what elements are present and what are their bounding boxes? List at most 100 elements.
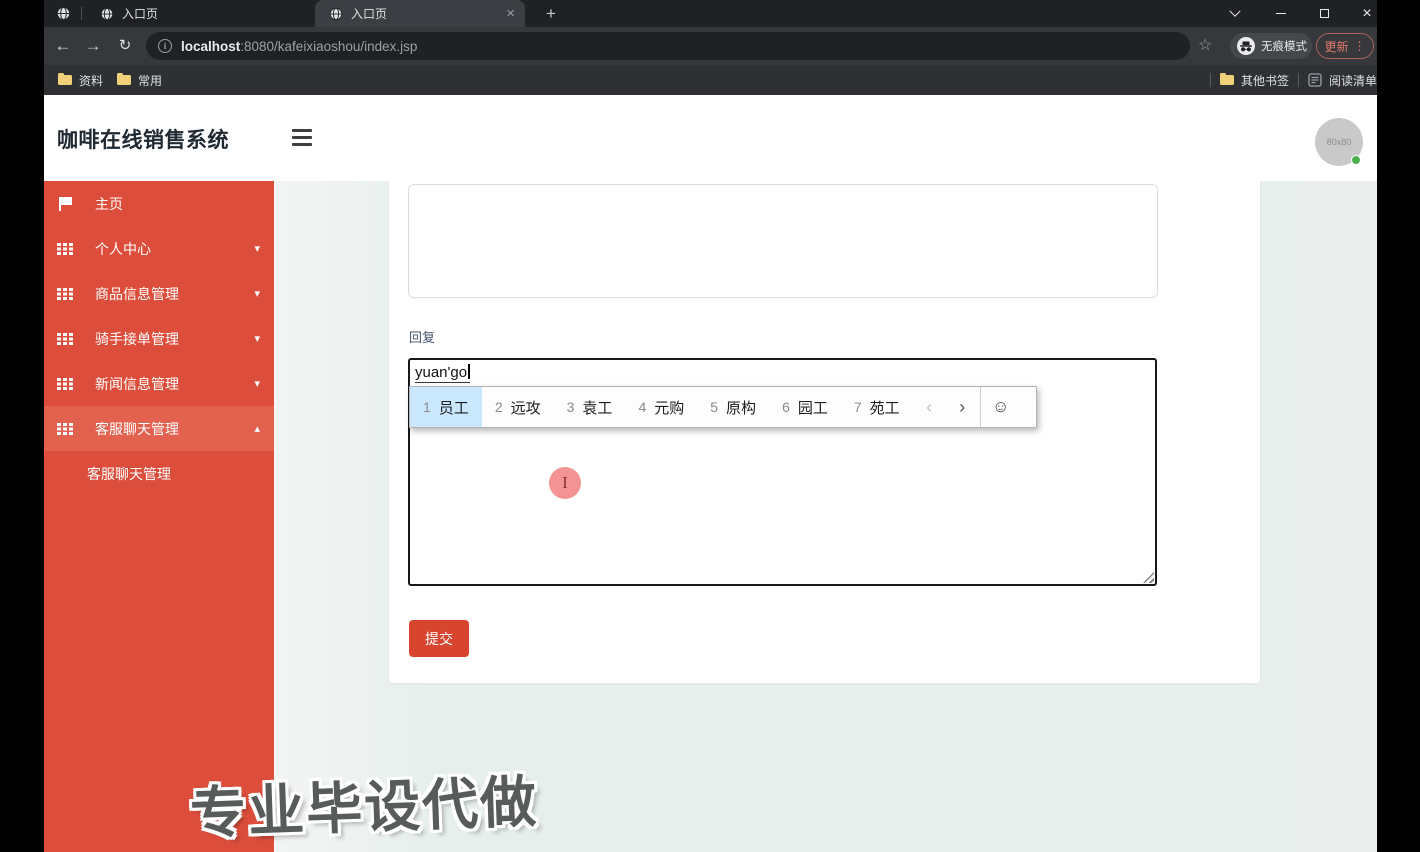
tab-label: 入口页 <box>122 7 159 21</box>
grid-icon <box>57 332 75 346</box>
folder-icon <box>58 72 72 85</box>
ime-candidate-window: 1 员工 2 远攻 3 袁工 4 元购 5 原构 6 园工 7 苑工 ‹ › ☺ <box>409 386 1037 428</box>
ime-next-page-icon[interactable]: › <box>946 387 979 427</box>
ime-candidate-6[interactable]: 6 园工 <box>769 387 841 427</box>
tab-strip: 入口页 × 入口页 × + × <box>44 0 1377 27</box>
globe-icon[interactable] <box>56 6 71 21</box>
incognito-label: 无痕模式 <box>1261 41 1307 53</box>
page-title: 咖啡在线销售系统 <box>57 129 229 152</box>
ime-composition-text: yuan'go <box>415 364 470 383</box>
ime-candidate-5[interactable]: 5 原构 <box>697 387 769 427</box>
ime-candidate-2[interactable]: 2 远攻 <box>482 387 554 427</box>
bookmark-folder-changyong[interactable]: 常用 <box>117 72 162 89</box>
sidebar-item-label: 个人中心 <box>95 240 151 257</box>
divider <box>1297 73 1299 87</box>
reload-button[interactable]: ↻ <box>112 34 138 58</box>
other-bookmarks-label: 其他书签 <box>1240 73 1289 88</box>
bookmark-label: 常用 <box>138 73 163 88</box>
hamburger-menu-icon[interactable] <box>292 129 312 146</box>
flag-icon <box>57 196 75 211</box>
sidebar-item-label: 主页 <box>95 195 123 212</box>
reply-field-label: 回复 <box>409 330 436 345</box>
ime-emoji-icon[interactable]: ☺ <box>979 387 1021 427</box>
bookmarks-right-group: 其他书签 阅读清单 <box>1201 65 1377 95</box>
ime-candidate-3[interactable]: 3 袁工 <box>554 387 626 427</box>
sidebar-item-customer-service-chat[interactable]: 客服聊天管理 ▴ <box>44 406 274 451</box>
sidebar-item-rider-orders[interactable]: 骑手接单管理 ▾ <box>44 316 274 361</box>
url-host: localhost <box>181 38 241 54</box>
chevron-down-icon: ▾ <box>254 378 260 390</box>
chevron-down-icon: ▾ <box>254 333 260 345</box>
ime-candidate-4[interactable]: 4 元购 <box>625 387 697 427</box>
candidate-text: 员工 <box>438 399 469 417</box>
candidate-text: 袁工 <box>582 399 613 417</box>
window-minimize-button[interactable] <box>1266 0 1296 27</box>
candidate-number: 2 <box>494 399 503 415</box>
reply-textarea[interactable]: yuan'go 1 员工 2 远攻 3 袁工 4 元购 5 原构 6 园工 7 … <box>408 358 1157 586</box>
sidebar-item-label: 客服聊天管理 <box>95 420 179 437</box>
candidate-text: 园工 <box>797 399 828 417</box>
tab-entry-page-1[interactable]: 入口页 × <box>86 0 336 27</box>
ime-prev-page-icon[interactable]: ‹ <box>913 387 946 427</box>
browser-update-button[interactable]: 更新 ⋮ <box>1316 33 1374 59</box>
bookmark-label: 资料 <box>79 73 104 88</box>
reply-form-card: 回复 yuan'go 1 员工 2 远攻 3 袁工 4 元购 5 原构 6 园工… <box>389 181 1260 683</box>
tab-close-icon[interactable]: × <box>506 6 515 21</box>
main-content: 回复 yuan'go 1 员工 2 远攻 3 袁工 4 元购 5 原构 6 园工… <box>274 181 1377 852</box>
globe-icon <box>329 7 343 21</box>
sidebar-nav: 主页 个人中心 ▾ 商品信息管理 ▾ 骑手接单管理 ▾ 新闻信息管理 ▾ 客服聊… <box>44 181 274 852</box>
incognito-badge: 无痕模式 <box>1230 33 1312 59</box>
chevron-up-icon: ▴ <box>254 423 260 435</box>
sidebar-item-news-info[interactable]: 新闻信息管理 ▾ <box>44 361 274 406</box>
candidate-number: 4 <box>638 399 647 415</box>
candidate-text: 苑工 <box>869 399 900 417</box>
candidate-text: 原构 <box>726 399 757 417</box>
forward-button[interactable]: → <box>80 34 106 58</box>
bookmark-star-icon[interactable]: ☆ <box>1198 35 1212 55</box>
candidate-number: 7 <box>853 399 862 415</box>
candidate-number: 3 <box>566 399 575 415</box>
site-info-icon[interactable]: i <box>158 39 172 53</box>
new-tab-button[interactable]: + <box>539 3 563 25</box>
sidebar-item-home[interactable]: 主页 <box>44 181 274 226</box>
address-bar[interactable]: i localhost:8080/kafeixiaoshou/index.jsp <box>146 32 1190 60</box>
watermark-text: 专业毕设代做 <box>189 769 540 846</box>
globe-icon <box>100 7 114 21</box>
web-page: 咖啡在线销售系统 80x80 主页 个人中心 ▾ 商品信息管理 ▾ 骑手接单管理… <box>44 95 1377 852</box>
sidebar-item-label: 商品信息管理 <box>95 285 179 302</box>
url-path: :8080/kafeixiaoshou/index.jsp <box>240 38 418 54</box>
app-header: 咖啡在线销售系统 80x80 <box>44 95 1377 181</box>
candidate-number: 6 <box>782 399 790 415</box>
candidate-number: 5 <box>710 399 719 415</box>
bookmark-folder-ziliao[interactable]: 资料 <box>58 72 103 89</box>
sidebar-subitem-customer-service-chat[interactable]: 客服聊天管理 <box>44 451 274 496</box>
chevron-down-icon: ▾ <box>254 288 260 300</box>
other-bookmarks-button[interactable]: 其他书签 <box>1219 72 1289 89</box>
window-close-button[interactable]: × <box>1352 0 1382 27</box>
kebab-menu-icon[interactable]: ⋮ <box>1354 39 1366 53</box>
ime-candidate-1[interactable]: 1 员工 <box>410 387 482 427</box>
window-restore-button[interactable] <box>1309 0 1339 27</box>
reading-list-button[interactable]: 阅读清单 <box>1329 72 1377 89</box>
recorded-cursor-ibeam: I <box>549 467 581 499</box>
chevron-down-icon: ▾ <box>254 243 260 255</box>
tab-divider <box>81 7 82 20</box>
folder-icon <box>1219 72 1234 85</box>
grid-icon <box>57 242 75 256</box>
grid-icon <box>57 377 75 391</box>
candidate-text: 远攻 <box>510 399 541 417</box>
sidebar-item-personal-center[interactable]: 个人中心 ▾ <box>44 226 274 271</box>
candidate-number: 1 <box>423 399 431 415</box>
tab-entry-page-2-active[interactable]: 入口页 × <box>315 0 525 27</box>
online-status-dot <box>1351 155 1361 165</box>
update-label[interactable]: 更新 <box>1324 38 1348 55</box>
submit-button[interactable]: 提交 <box>409 620 469 657</box>
textarea-resize-handle[interactable] <box>1143 572 1154 583</box>
ime-candidate-7[interactable]: 7 苑工 <box>841 387 913 427</box>
grid-icon <box>57 287 75 301</box>
back-button[interactable]: ← <box>50 34 76 58</box>
sidebar-item-product-info[interactable]: 商品信息管理 ▾ <box>44 271 274 316</box>
candidate-text: 元购 <box>654 399 685 417</box>
window-menu-chevron-icon[interactable] <box>1220 0 1250 27</box>
chat-display-box <box>408 184 1158 298</box>
